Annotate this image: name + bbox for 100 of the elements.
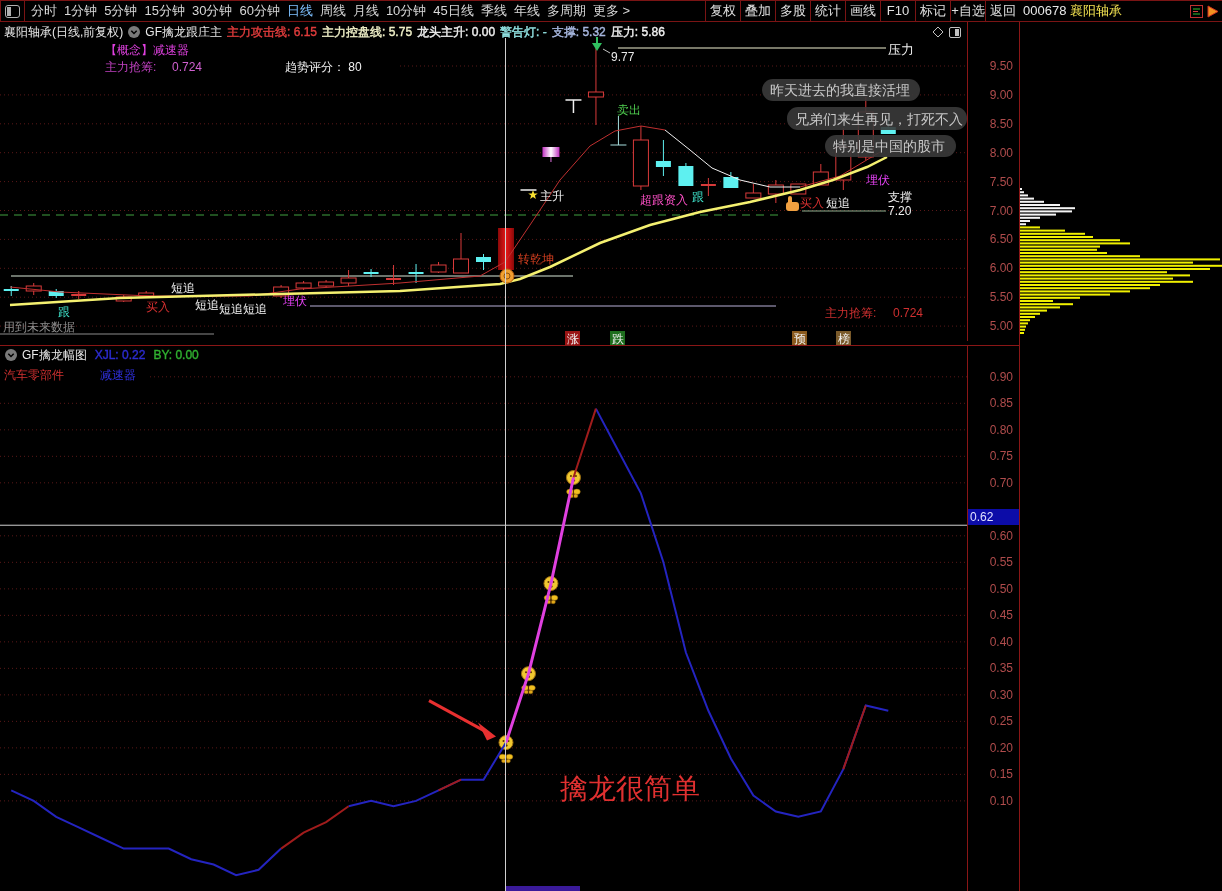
candlestick bbox=[407, 263, 425, 284]
signal-tag: 预 bbox=[792, 331, 807, 345]
candlestick bbox=[138, 290, 155, 298]
indicator-readout: BY: 0.00 bbox=[153, 347, 199, 363]
axis-label: 6.00 bbox=[989, 260, 1013, 277]
period-tab[interactable]: 1分钟 bbox=[64, 3, 98, 19]
hand-icon bbox=[786, 196, 799, 211]
indicator-readout: 龙头主升: 0.00 bbox=[417, 24, 496, 40]
list-icon[interactable] bbox=[1190, 4, 1203, 18]
period-tab[interactable]: 日线 bbox=[286, 3, 313, 19]
smiley-icon bbox=[521, 666, 536, 682]
candlestick bbox=[453, 232, 469, 274]
toolbar-button[interactable]: F10 bbox=[880, 1, 915, 21]
axis-label: 0.50 bbox=[989, 580, 1013, 597]
concept-label: 减速器 bbox=[100, 367, 136, 383]
axis-label: 0.75 bbox=[989, 448, 1013, 465]
axis-label: 5.00 bbox=[989, 318, 1013, 335]
signal-label: 买入 bbox=[800, 196, 824, 210]
chevron-down-icon[interactable] bbox=[5, 349, 17, 361]
signal-label: 短追 bbox=[243, 302, 267, 316]
signal-label: 跟 bbox=[58, 305, 70, 319]
indicator-readout: 压力: 5.86 bbox=[610, 24, 665, 40]
indicator-name: GF擒龙跟庄主 bbox=[145, 24, 222, 40]
diamond-icon[interactable] bbox=[932, 26, 944, 38]
candlestick bbox=[115, 294, 132, 303]
chip-grab-label: 主力抢筹: bbox=[825, 306, 877, 320]
annotation-text: 擒龙很简单 bbox=[560, 773, 700, 804]
indicator-name: GF擒龙幅图 bbox=[22, 347, 87, 363]
arrow bbox=[428, 699, 496, 741]
candlestick bbox=[745, 183, 762, 199]
axis-label: 0.40 bbox=[989, 633, 1013, 650]
candlestick bbox=[295, 280, 312, 291]
trend-score: 趋势评分： 80 bbox=[285, 59, 362, 75]
axis-label: 7.50 bbox=[989, 173, 1013, 190]
concept-label: 【概念】减速器 bbox=[105, 42, 189, 58]
period-tab[interactable]: 15分钟 bbox=[144, 3, 185, 19]
period-tab[interactable]: 45日线 bbox=[433, 3, 474, 19]
signal-label: 买入 bbox=[146, 300, 170, 314]
period-tab[interactable]: 月线 bbox=[352, 3, 379, 19]
toolbar-button[interactable]: +自选 bbox=[950, 1, 985, 21]
comment-bubble: 特别是中国的股市 bbox=[825, 135, 956, 157]
axis-label: 0.15 bbox=[989, 766, 1013, 783]
butterfly-icon bbox=[521, 685, 536, 695]
comment-bubble: 昨天进去的我直接活埋 bbox=[762, 79, 920, 101]
signal-label: 跟 bbox=[692, 190, 704, 204]
period-tab[interactable]: 30分钟 bbox=[191, 3, 233, 19]
indicator-readout: 警告灯: - bbox=[500, 24, 547, 40]
axis-label: 6.50 bbox=[989, 231, 1013, 248]
toolbar-button[interactable]: 复权 bbox=[705, 1, 740, 21]
axis-label: 0.80 bbox=[989, 421, 1013, 438]
period-tab[interactable]: 周线 bbox=[319, 3, 346, 19]
signal-label: 埋伏 bbox=[283, 294, 307, 308]
signal-label: 转乾坤 bbox=[518, 252, 554, 266]
stock-name: 襄阳轴承 bbox=[1070, 2, 1123, 21]
pressure-label: 压力 bbox=[888, 42, 914, 57]
butterfly-icon bbox=[543, 594, 558, 605]
signal-label: 短追 bbox=[219, 302, 243, 316]
signal-label: 短追 bbox=[826, 196, 850, 210]
candlestick bbox=[70, 290, 88, 300]
signal-label: 短追 bbox=[171, 281, 195, 295]
chevron-down-icon[interactable] bbox=[128, 26, 141, 38]
candlestick bbox=[519, 189, 538, 191]
candlestick bbox=[678, 162, 694, 187]
axis-label: 0.85 bbox=[989, 395, 1013, 412]
panel-toggle-icon[interactable] bbox=[949, 26, 961, 38]
butterfly-icon bbox=[498, 753, 514, 764]
period-tab[interactable]: 5分钟 bbox=[104, 3, 138, 19]
toolbar-button[interactable]: 画线 bbox=[845, 1, 880, 21]
toolbar-button[interactable]: 标记 bbox=[915, 1, 950, 21]
crosshair-value: 0.62 bbox=[968, 509, 1019, 526]
play-icon[interactable] bbox=[1207, 4, 1219, 18]
leader-line bbox=[602, 48, 611, 54]
candlestick bbox=[609, 115, 627, 146]
signal-label: 超跟资入 bbox=[640, 193, 688, 207]
sidebar-toggle-icon[interactable] bbox=[5, 4, 20, 18]
period-tab[interactable]: 分时 bbox=[31, 3, 57, 19]
candlestick bbox=[430, 261, 447, 274]
candlestick bbox=[632, 125, 649, 191]
signal-tag: 跌 bbox=[610, 331, 625, 345]
axis-label: 0.20 bbox=[989, 739, 1013, 756]
period-tab[interactable]: 60分钟 bbox=[239, 3, 280, 19]
toolbar-button[interactable]: 多股 bbox=[775, 1, 810, 21]
toolbar-button[interactable]: 返回 bbox=[985, 1, 1020, 21]
period-tab[interactable]: 多周期 bbox=[546, 3, 586, 19]
period-tab[interactable]: 年线 bbox=[513, 3, 540, 19]
chart-title: 襄阳轴承(日线,前复权) bbox=[4, 24, 124, 40]
toolbar-button[interactable]: 统计 bbox=[810, 1, 845, 21]
axis-label: 0.35 bbox=[989, 660, 1013, 677]
future-data-note: 用到未来数据 bbox=[3, 320, 75, 334]
signal-label: 短追 bbox=[195, 298, 219, 312]
candlestick bbox=[48, 288, 64, 299]
period-tab[interactable]: 10分钟 bbox=[385, 3, 427, 19]
axis-label: 8.00 bbox=[989, 144, 1013, 161]
period-tab[interactable]: 季线 bbox=[480, 3, 507, 19]
indicator-readout: 主力控盘线: 5.75 bbox=[322, 24, 413, 40]
period-tab[interactable]: 更多 > bbox=[592, 3, 631, 19]
candlestick bbox=[340, 269, 357, 287]
toolbar-button[interactable]: 叠加 bbox=[740, 1, 775, 21]
candlestick bbox=[318, 279, 335, 289]
comment-bubble: 兄弟们来生再见，打死不入 bbox=[787, 107, 967, 130]
